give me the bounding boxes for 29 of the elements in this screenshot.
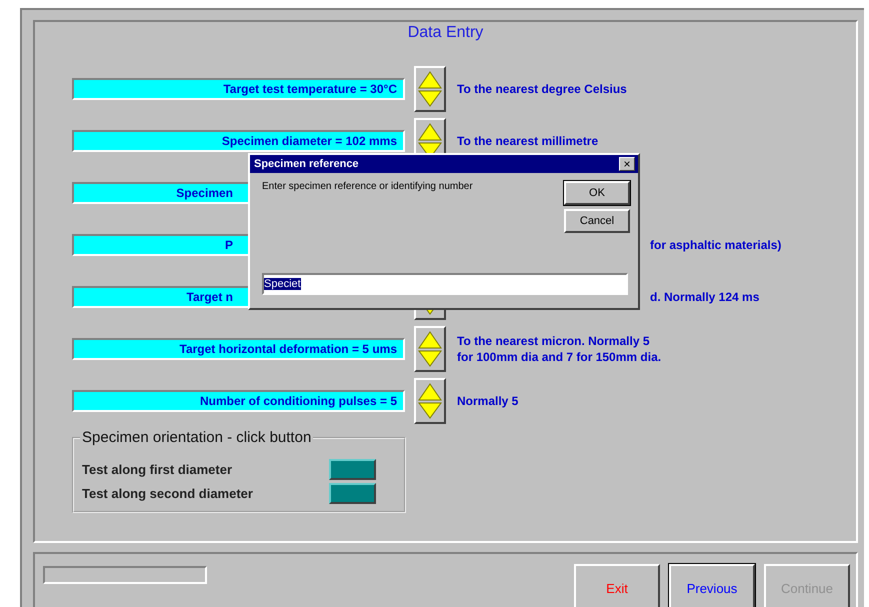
ok-button[interactable]: OK: [564, 181, 630, 205]
hint-text: d. Normally 124 ms: [650, 289, 760, 305]
hint-text: for asphaltic materials): [650, 237, 782, 253]
value-field[interactable]: Target test temperature = 30°C: [72, 78, 405, 100]
spinner-button[interactable]: [414, 326, 446, 372]
hint-text: To the nearest millimetre: [457, 133, 598, 149]
up-down-arrows-icon: [417, 70, 443, 108]
spinner-button[interactable]: [414, 66, 446, 112]
hint-text: Normally 5: [457, 393, 518, 409]
orientation-button[interactable]: [329, 458, 376, 480]
spinner-button[interactable]: [414, 378, 446, 424]
up-down-arrows-icon: [417, 382, 443, 420]
value-field[interactable]: Number of conditioning pulses = 5: [72, 390, 405, 412]
panel-title: Data Entry: [406, 24, 484, 42]
option-label: Test along first diameter: [82, 462, 232, 476]
up-down-arrows-icon: [417, 330, 443, 368]
nav-button[interactable]: Previous: [669, 564, 755, 607]
value-field[interactable]: Specimen diameter = 102 mms: [72, 130, 405, 152]
hint-text: for 100mm dia and 7 for 150mm dia.: [457, 349, 662, 365]
hint-text: To the nearest degree Celsius: [457, 81, 627, 97]
group-legend: Specimen orientation - click button: [80, 429, 314, 446]
orientation-button[interactable]: [329, 482, 376, 504]
close-button[interactable]: ×: [619, 157, 635, 171]
reference-input[interactable]: Speciet: [262, 273, 628, 295]
cancel-button[interactable]: Cancel: [564, 209, 630, 233]
hint-text: To the nearest micron. Normally 5: [457, 333, 650, 349]
value-field[interactable]: Target horizontal deformation = 5 ums: [72, 338, 405, 360]
option-label: Test along second diameter: [82, 486, 253, 500]
dialog-title: Specimen reference: [254, 158, 359, 170]
